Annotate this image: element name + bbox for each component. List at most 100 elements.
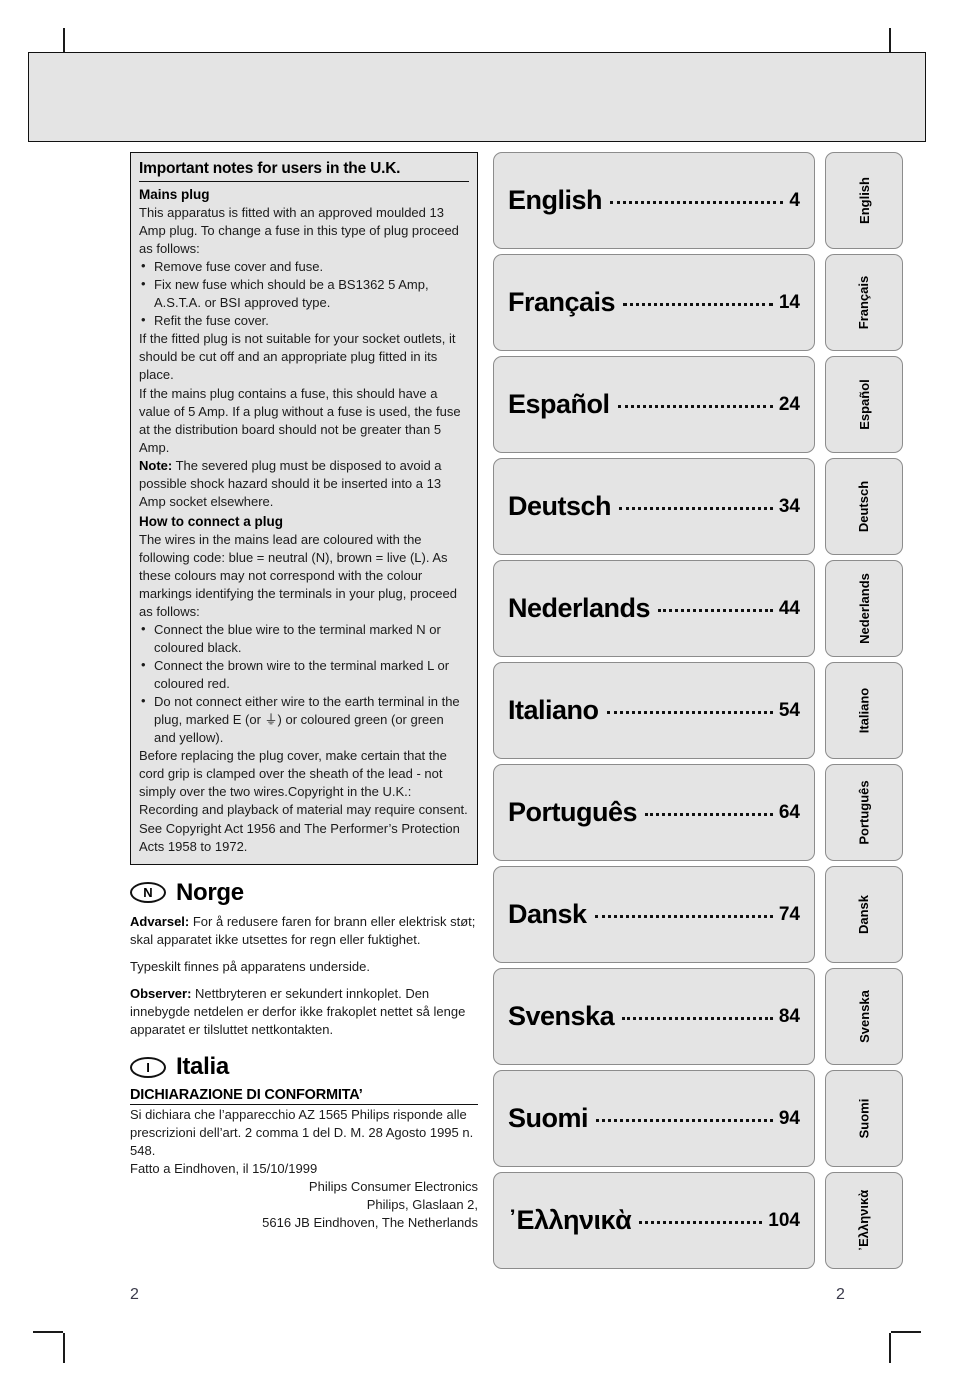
language-row-svenska: Svenska 84 Svenska [493, 968, 903, 1065]
mains-plug-paragraph-2: If the fitted plug is not suitable for y… [139, 331, 456, 383]
crop-mark-bottom-left-vertical [63, 1333, 65, 1363]
country-code-oval-icon: N [130, 882, 166, 904]
language-entry-svenska[interactable]: Svenska 84 [493, 968, 815, 1065]
language-tab-label: Español [856, 379, 872, 430]
language-row-nederlands: Nederlands 44 Nederlands [493, 560, 903, 657]
leader-dots [606, 711, 773, 714]
language-page-number: 104 [768, 1209, 800, 1231]
language-page-number: 24 [778, 393, 800, 415]
leader-dots [594, 915, 773, 918]
norge-title: Norge [176, 878, 244, 906]
mains-plug-heading: Mains plug [139, 187, 210, 203]
signature-line: Philips Consumer Electronics [308, 1179, 478, 1195]
list-item: Remove fuse cover and fuse. [139, 257, 469, 276]
language-tab-italiano[interactable]: Italiano [825, 662, 903, 759]
uk-notes-panel: Important notes for users in the U.K. Ma… [130, 152, 478, 865]
language-index: English 4 English Français 14 Français E… [493, 152, 903, 1274]
language-tab-label: Svenska [856, 990, 872, 1043]
list-item: Connect the blue wire to the terminal ma… [139, 620, 469, 657]
language-entry-english[interactable]: English 4 [493, 152, 815, 249]
norge-observer: Observer: Nettbryteren er sekundert innk… [130, 985, 478, 1039]
country-code-oval-icon: I [130, 1056, 166, 1078]
language-tab-nederlands[interactable]: Nederlands [825, 560, 903, 657]
language-tab-deutsch[interactable]: Deutsch [825, 458, 903, 555]
note-label: Note: [139, 457, 173, 473]
language-entry-espanol[interactable]: Español 24 [493, 356, 815, 453]
language-entry-portugues[interactable]: Português 64 [493, 764, 815, 861]
connect-plug-heading: How to connect a plug [139, 513, 283, 529]
language-tab-svenska[interactable]: Svenska [825, 968, 903, 1065]
crop-mark-bottom-right-vertical [889, 1333, 891, 1363]
language-tab-label: Français [856, 275, 872, 330]
language-entry-italiano[interactable]: Italiano 54 [493, 662, 815, 759]
language-entry-dansk[interactable]: Dansk 74 [493, 866, 815, 963]
leader-dots [610, 201, 784, 204]
leader-dots [639, 1221, 763, 1224]
language-entry-suomi[interactable]: Suomi 94 [493, 1070, 815, 1167]
mains-plug-bullet-list: Remove fuse cover and fuse. Fix new fuse… [139, 257, 469, 330]
language-entry-ellinika[interactable]: ᾿Ελληνικὰ 104 [493, 1172, 815, 1269]
connect-plug-bullet-list: Connect the blue wire to the terminal ma… [139, 620, 469, 747]
leader-dots [596, 1119, 773, 1122]
connect-plug-paragraph-1: The wires in the mains lead are coloured… [139, 531, 457, 619]
language-row-dansk: Dansk 74 Dansk [493, 866, 903, 963]
signature-line: 5616 JB Eindhoven, The Netherlands [262, 1215, 478, 1231]
language-name: Nederlands [508, 593, 651, 623]
note-text: The severed plug must be disposed to avo… [139, 457, 442, 509]
leader-dots [623, 303, 773, 306]
leader-dots [645, 813, 773, 816]
observer-label: Observer: [130, 985, 192, 1001]
list-item: Do not connect either wire to the earth … [139, 692, 469, 747]
language-tab-label: Deutsch [856, 480, 872, 533]
connect-plug-paragraph-2: Before replacing the plug cover, make ce… [139, 748, 468, 854]
language-name: Deutsch [508, 491, 612, 521]
mains-plug-note: Note: The severed plug must be disposed … [139, 457, 469, 511]
language-tab-suomi[interactable]: Suomi [825, 1070, 903, 1167]
page-header-band [28, 52, 926, 142]
language-name: Svenska [508, 1001, 615, 1031]
language-name: Français [508, 287, 616, 317]
language-name: English [508, 185, 603, 215]
language-page-number: 34 [778, 495, 800, 517]
language-page-number: 14 [778, 291, 800, 313]
language-page-number: 64 [778, 801, 800, 823]
page-number-right: 2 [836, 1286, 845, 1303]
language-name: Português [508, 797, 638, 827]
language-page-number: 84 [778, 1005, 800, 1027]
language-tab-label: Nederlands [856, 573, 872, 644]
language-row-suomi: Suomi 94 Suomi [493, 1070, 903, 1167]
language-tab-espanol[interactable]: Español [825, 356, 903, 453]
list-item: Refit the fuse cover. [139, 311, 469, 330]
language-entry-nederlands[interactable]: Nederlands 44 [493, 560, 815, 657]
norge-typeskilt: Typeskilt finnes på apparatens underside… [130, 958, 370, 974]
italia-title: Italia [176, 1053, 229, 1081]
leader-dots [617, 405, 773, 408]
language-tab-dansk[interactable]: Dansk [825, 866, 903, 963]
language-entry-francais[interactable]: Français 14 [493, 254, 815, 351]
language-page-number: 54 [778, 699, 800, 721]
conformity-place-date: Fatto a Eindhoven, il 15/10/1999 [130, 1161, 318, 1177]
advarsel-label: Advarsel: [130, 913, 190, 929]
uk-notes-title: Important notes for users in the U.K. [139, 159, 469, 183]
language-tab-english[interactable]: English [825, 152, 903, 249]
language-page-number: 4 [789, 189, 800, 211]
language-name: ᾿Ελληνικὰ [508, 1205, 632, 1235]
language-name: Suomi [508, 1103, 589, 1133]
language-row-francais: Français 14 Français [493, 254, 903, 351]
mains-plug-paragraph-3: If the mains plug contains a fuse, this … [139, 385, 461, 455]
language-tab-francais[interactable]: Français [825, 254, 903, 351]
language-row-italiano: Italiano 54 Italiano [493, 662, 903, 759]
conformity-body: Si dichiara che l’apparecchio AZ 1565 Ph… [130, 1107, 474, 1159]
page-number-left: 2 [130, 1286, 139, 1303]
language-row-espanol: Español 24 Español [493, 356, 903, 453]
language-tab-portugues[interactable]: Português [825, 764, 903, 861]
language-name: Español [508, 389, 610, 419]
language-name: Italiano [508, 695, 599, 725]
list-item: Fix new fuse which should be a BS1362 5 … [139, 275, 469, 312]
language-page-number: 44 [778, 597, 800, 619]
leader-dots [619, 507, 773, 510]
norge-heading: N Norge [130, 879, 478, 907]
mains-plug-paragraph-1: This apparatus is fitted with an approve… [139, 204, 459, 257]
language-tab-ellinika[interactable]: ᾿Ελληνικὰ [825, 1172, 903, 1269]
language-entry-deutsch[interactable]: Deutsch 34 [493, 458, 815, 555]
